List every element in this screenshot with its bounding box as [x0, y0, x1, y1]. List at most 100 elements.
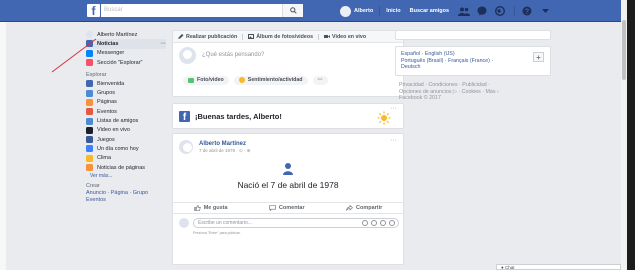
share-button[interactable]: Compartir	[346, 205, 382, 211]
tab-label: Realizar publicación	[186, 33, 238, 40]
language-box: Español · English (US) Português (Brasil…	[395, 46, 551, 76]
more-options-icon[interactable]: ···	[390, 137, 397, 144]
sidebar-item-label: Clima	[97, 155, 112, 162]
help-icon[interactable]: ?	[521, 6, 533, 16]
comment-placeholder: Escribe un comentario...	[198, 220, 252, 226]
sidebar-item-label: Sección "Explorar"	[97, 59, 143, 66]
sidebar-item-explore[interactable]: Sección "Explorar"	[86, 58, 166, 67]
weather-icon	[86, 154, 93, 162]
find-friends-link[interactable]: Buscar amigos	[410, 8, 449, 14]
facebook-logo-icon: f	[179, 110, 190, 123]
scrollbar[interactable]	[621, 0, 627, 270]
comment-tools	[359, 220, 395, 226]
sidebar-item-facebook[interactable]: Bienvenida	[86, 79, 166, 88]
tab-label: Video en vivo	[332, 33, 367, 40]
add-language-button[interactable]: +	[533, 52, 544, 62]
explore-icon	[86, 59, 93, 67]
facebook-logo-icon[interactable]: f	[87, 4, 100, 18]
divider	[379, 6, 381, 16]
events-icon	[86, 108, 93, 116]
see-more-link[interactable]: Ver más...	[86, 172, 166, 180]
sidebar-item-groups[interactable]: Grupos	[86, 88, 166, 97]
scroll-thumb[interactable]	[622, 20, 626, 80]
chat-bar[interactable]: ● Chat	[496, 264, 621, 270]
post-composer: Realizar publicación Álbum de fotos/vide…	[172, 30, 404, 97]
composer-body: ¿Qué estás pensando?	[173, 43, 403, 67]
profile-link[interactable]: Alberto	[354, 8, 373, 14]
sidebar-item-pages-feed[interactable]: Noticias de páginas	[86, 163, 166, 172]
like-button[interactable]: Me gusta	[193, 205, 228, 211]
left-navigation: Alberto Martínez Noticias ··· Messenger Sec…	[86, 30, 166, 204]
more-options-icon[interactable]: ···	[161, 41, 167, 47]
comment-button[interactable]: Comentar	[269, 205, 305, 211]
sidebar-item-games[interactable]: Juegos	[86, 135, 166, 144]
comment-input[interactable]: Escribe un comentario...	[193, 218, 399, 228]
pages-icon	[86, 98, 93, 106]
greeting-card: f ¡Buenas tardes, Alberto! ···	[172, 103, 404, 129]
composer-input[interactable]: ¿Qué estás pensando?	[202, 52, 264, 58]
on-this-day-icon	[86, 145, 93, 153]
feeling-activity-button[interactable]: Sentimiento/actividad	[233, 75, 308, 85]
create-events-link[interactable]: Eventos	[86, 197, 166, 204]
tab-photo-album[interactable]: Álbum de fotos/videos	[248, 34, 313, 40]
copyright: Facebook © 2017	[399, 95, 441, 101]
camera-icon[interactable]	[371, 220, 377, 226]
post-header: Alberto Martínez 7 de abril de 1978 · ⊙ …	[173, 134, 403, 154]
gif-icon[interactable]	[380, 220, 386, 226]
composer-tabs: Realizar publicación Álbum de fotos/vide…	[173, 31, 403, 43]
sidebar-item-profile[interactable]: Alberto Martínez	[86, 30, 166, 39]
divider	[318, 33, 320, 40]
sidebar-item-news-feed[interactable]: Noticias ···	[86, 39, 167, 49]
sidebar-item-label: Bienvenida	[97, 80, 125, 87]
photo-video-button[interactable]: Foto/video	[183, 75, 229, 85]
avatar	[179, 46, 196, 64]
globe-notifications-icon[interactable]	[494, 6, 506, 16]
top-navigation-bar: f Buscar Alberto Inicio Buscar amigos ?	[0, 0, 621, 22]
button-label: Compartir	[355, 205, 383, 211]
tab-live-video[interactable]: Video en vivo	[324, 34, 366, 40]
chevron-down-icon[interactable]	[539, 6, 551, 16]
button-label: Me gusta	[203, 205, 228, 211]
more-options-icon[interactable]: ···	[390, 105, 397, 112]
post-date[interactable]: 7 de abril de 1978 · ⊙ · ⊕	[199, 148, 251, 154]
messages-icon[interactable]	[476, 6, 488, 16]
post-actions: Me gusta Comentar Compartir	[173, 202, 403, 214]
tab-create-post[interactable]: Realizar publicación	[178, 34, 237, 40]
more-icon: ···	[317, 77, 323, 83]
friend-requests-icon[interactable]	[458, 6, 471, 16]
avatar[interactable]	[179, 140, 193, 154]
button-label: Sentimiento/actividad	[247, 77, 303, 83]
sidebar-item-friend-lists[interactable]: Listas de amigos	[86, 116, 166, 125]
pages-feed-icon	[86, 164, 93, 171]
sidebar-item-on-this-day[interactable]: Un día como hoy	[86, 144, 166, 153]
post-author-link[interactable]: Alberto Martínez	[199, 141, 251, 147]
facebook-icon	[86, 80, 93, 88]
groups-icon	[86, 89, 93, 97]
baby-icon	[283, 163, 293, 175]
composer-actions: Foto/video Sentimiento/actividad ···	[173, 75, 403, 85]
avatar	[86, 31, 93, 39]
news-feed-icon	[86, 40, 93, 48]
friend-lists-icon	[86, 117, 93, 125]
sidebar-item-messenger[interactable]: Messenger	[86, 49, 166, 58]
pencil-icon	[178, 34, 184, 39]
sticker-icon[interactable]	[389, 220, 395, 226]
sidebar-item-live-video[interactable]: Video en vivo	[86, 126, 166, 135]
emoji-icon[interactable]	[362, 220, 368, 226]
sidebar-item-weather[interactable]: Clima	[86, 154, 166, 163]
sidebar-item-events[interactable]: Eventos	[86, 107, 166, 116]
search-input[interactable]: Buscar	[101, 4, 303, 17]
sun-icon	[377, 111, 391, 125]
create-links[interactable]: Anuncio · Página · Grupo	[86, 190, 166, 197]
language-links[interactable]: Deutsch	[401, 64, 545, 71]
search-button[interactable]	[282, 4, 303, 17]
comment-icon	[269, 205, 276, 211]
smiley-icon	[238, 77, 245, 83]
more-options-button[interactable]: ···	[312, 75, 328, 85]
button-label: Comentar	[278, 205, 305, 211]
sidebar-item-label: Juegos	[97, 136, 115, 143]
avatar[interactable]	[340, 5, 351, 17]
divider	[514, 6, 516, 16]
sidebar-item-pages[interactable]: Páginas	[86, 98, 166, 107]
home-link[interactable]: Inicio	[386, 8, 400, 14]
